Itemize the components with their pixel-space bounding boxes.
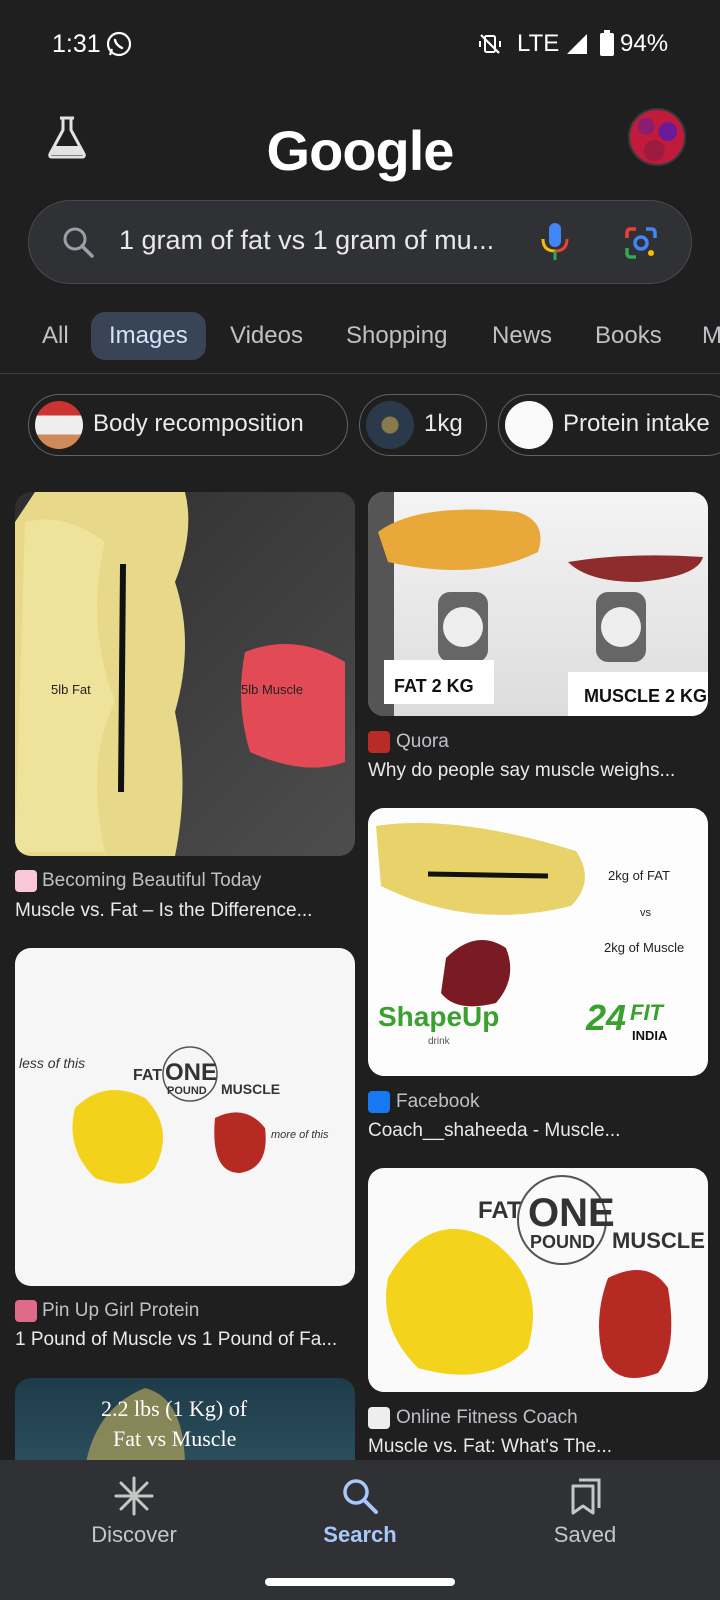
- search-icon: [343, 1479, 378, 1514]
- svg-text:MUSCLE: MUSCLE: [612, 1228, 705, 1253]
- battery-icon: [600, 30, 614, 56]
- chip-thumbnail: [505, 401, 553, 449]
- svg-text:INDIA: INDIA: [632, 1028, 668, 1043]
- result-image[interactable]: FAT 2 KG MUSCLE 2 KG: [368, 492, 708, 716]
- signal-icon: [567, 34, 587, 54]
- result-title[interactable]: Muscle vs. Fat: What's The...: [368, 1436, 698, 1458]
- google-lens-icon[interactable]: [623, 225, 659, 261]
- nav-discover[interactable]: Discover: [54, 1476, 214, 1548]
- result-title[interactable]: 1 Pound of Muscle vs 1 Pound of Fa...: [15, 1329, 345, 1351]
- favicon-icon: [15, 1300, 37, 1322]
- shapeup-photo: 2kg of FAT vs 2kg of Muscle ShapeUp drin…: [376, 823, 684, 1047]
- search-input[interactable]: 1 gram of fat vs 1 gram of mu...: [119, 225, 539, 256]
- chip-label: Protein intake: [563, 410, 710, 437]
- svg-text:Fat vs Muscle: Fat vs Muscle: [113, 1426, 236, 1451]
- asterisk-icon: [114, 1476, 154, 1516]
- favicon-icon: [368, 1091, 390, 1113]
- result-title[interactable]: Coach__shaheeda - Muscle...: [368, 1120, 698, 1142]
- svg-text:FAT: FAT: [133, 1067, 162, 1084]
- network-type: LTE: [517, 30, 560, 57]
- vibrate-off-icon: [479, 34, 501, 54]
- chip-thumbnail: [35, 401, 83, 449]
- tab-more[interactable]: M: [684, 312, 720, 360]
- svg-text:FAT: FAT: [478, 1197, 522, 1224]
- nav-saved[interactable]: Saved: [505, 1476, 665, 1548]
- result-title[interactable]: Why do people say muscle weighs...: [368, 760, 698, 782]
- tabs-divider: [0, 373, 720, 374]
- search-bar[interactable]: 1 gram of fat vs 1 gram of mu...: [28, 200, 692, 284]
- nav-label: Discover: [91, 1522, 177, 1547]
- svg-text:less of this: less of this: [19, 1055, 85, 1071]
- svg-text:POUND: POUND: [167, 1085, 207, 1097]
- scale-photo: FAT 2 KG MUSCLE 2 KG: [368, 492, 708, 716]
- svg-text:5lb Fat: 5lb Fat: [51, 682, 91, 697]
- tab-all[interactable]: All: [24, 312, 87, 360]
- favicon-icon: [368, 1407, 390, 1429]
- result-source[interactable]: Pin Up Girl Protein: [42, 1300, 199, 1322]
- result-image[interactable]: 2.2 lbs (1 Kg) of Fat vs Muscle: [15, 1378, 355, 1468]
- tab-videos[interactable]: Videos: [212, 312, 321, 360]
- svg-text:POUND: POUND: [530, 1232, 595, 1252]
- svg-text:MUSCLE 2 KG: MUSCLE 2 KG: [584, 686, 707, 706]
- result-image[interactable]: 2kg of FAT vs 2kg of Muscle ShapeUp drin…: [368, 808, 708, 1076]
- result-title[interactable]: Muscle vs. Fat – Is the Difference...: [15, 900, 345, 922]
- result-source[interactable]: Becoming Beautiful Today: [42, 870, 261, 892]
- chip-protein-intake[interactable]: Protein intake: [498, 394, 720, 456]
- chip-body-recomposition[interactable]: Body recomposition: [28, 394, 348, 456]
- result-source[interactable]: Facebook: [396, 1091, 479, 1113]
- svg-text:5lb Muscle: 5lb Muscle: [241, 682, 303, 697]
- svg-text:FAT 2 KG: FAT 2 KG: [394, 676, 474, 696]
- nav-search[interactable]: Search: [280, 1476, 440, 1548]
- gesture-home-bar[interactable]: [265, 1578, 455, 1586]
- svg-text:drink: drink: [428, 1036, 451, 1047]
- one-pound-photo: less of this FAT ONE POUND MUSCLE more o…: [19, 1046, 329, 1184]
- result-image[interactable]: 5lb Fat 5lb Muscle: [15, 492, 355, 856]
- account-avatar[interactable]: [628, 108, 686, 166]
- search-icon: [63, 227, 94, 258]
- microphone-icon[interactable]: [537, 221, 573, 263]
- favicon-icon: [15, 870, 37, 892]
- tab-news[interactable]: News: [474, 312, 570, 360]
- result-source[interactable]: Online Fitness Coach: [396, 1407, 578, 1429]
- svg-text:2kg of FAT: 2kg of FAT: [608, 868, 670, 883]
- tab-shopping[interactable]: Shopping: [328, 312, 465, 360]
- svg-text:ONE: ONE: [165, 1059, 217, 1086]
- google-logo: Google: [266, 119, 455, 182]
- svg-text:ONE: ONE: [528, 1191, 615, 1235]
- result-image[interactable]: less of this FAT ONE POUND MUSCLE more o…: [15, 948, 355, 1286]
- favicon-icon: [368, 731, 390, 753]
- svg-text:24: 24: [585, 997, 626, 1038]
- chip-label: 1kg: [424, 410, 463, 437]
- status-time: 1:31: [52, 30, 101, 58]
- chip-1kg[interactable]: 1kg: [359, 394, 487, 456]
- nav-label: Saved: [553, 1522, 617, 1547]
- status-bar: 1:31 LTE 94%: [0, 0, 720, 90]
- search-tabs: All Images Videos Shopping News Books M: [0, 312, 720, 362]
- svg-text:more of this: more of this: [271, 1129, 329, 1141]
- fat-vs-muscle-photo: 5lb Fat 5lb Muscle: [15, 492, 345, 856]
- svg-text:2.2 lbs (1 Kg) of: 2.2 lbs (1 Kg) of: [101, 1396, 248, 1421]
- svg-text:FIT: FIT: [630, 1000, 665, 1025]
- svg-text:vs: vs: [640, 907, 652, 919]
- result-image[interactable]: FAT ONE POUND MUSCLE: [368, 1168, 708, 1392]
- svg-text:ShapeUp: ShapeUp: [378, 1001, 499, 1032]
- chip-label: Body recomposition: [93, 410, 304, 437]
- svg-text:2kg of Muscle: 2kg of Muscle: [604, 940, 684, 955]
- tab-books[interactable]: Books: [577, 312, 680, 360]
- whatsapp-icon: [106, 31, 132, 57]
- svg-text:MUSCLE: MUSCLE: [221, 1081, 280, 1097]
- nav-label: Search: [323, 1522, 397, 1547]
- chip-thumbnail: [366, 401, 414, 449]
- result-source[interactable]: Quora: [396, 731, 449, 753]
- tab-images[interactable]: Images: [91, 312, 206, 360]
- one-pound-photo: FAT ONE POUND MUSCLE: [386, 1175, 705, 1378]
- fat-vs-muscle-photo: 2.2 lbs (1 Kg) of Fat vs Muscle: [85, 1388, 248, 1468]
- bookmarks-icon: [571, 1478, 601, 1515]
- battery-level: 94%: [620, 30, 669, 57]
